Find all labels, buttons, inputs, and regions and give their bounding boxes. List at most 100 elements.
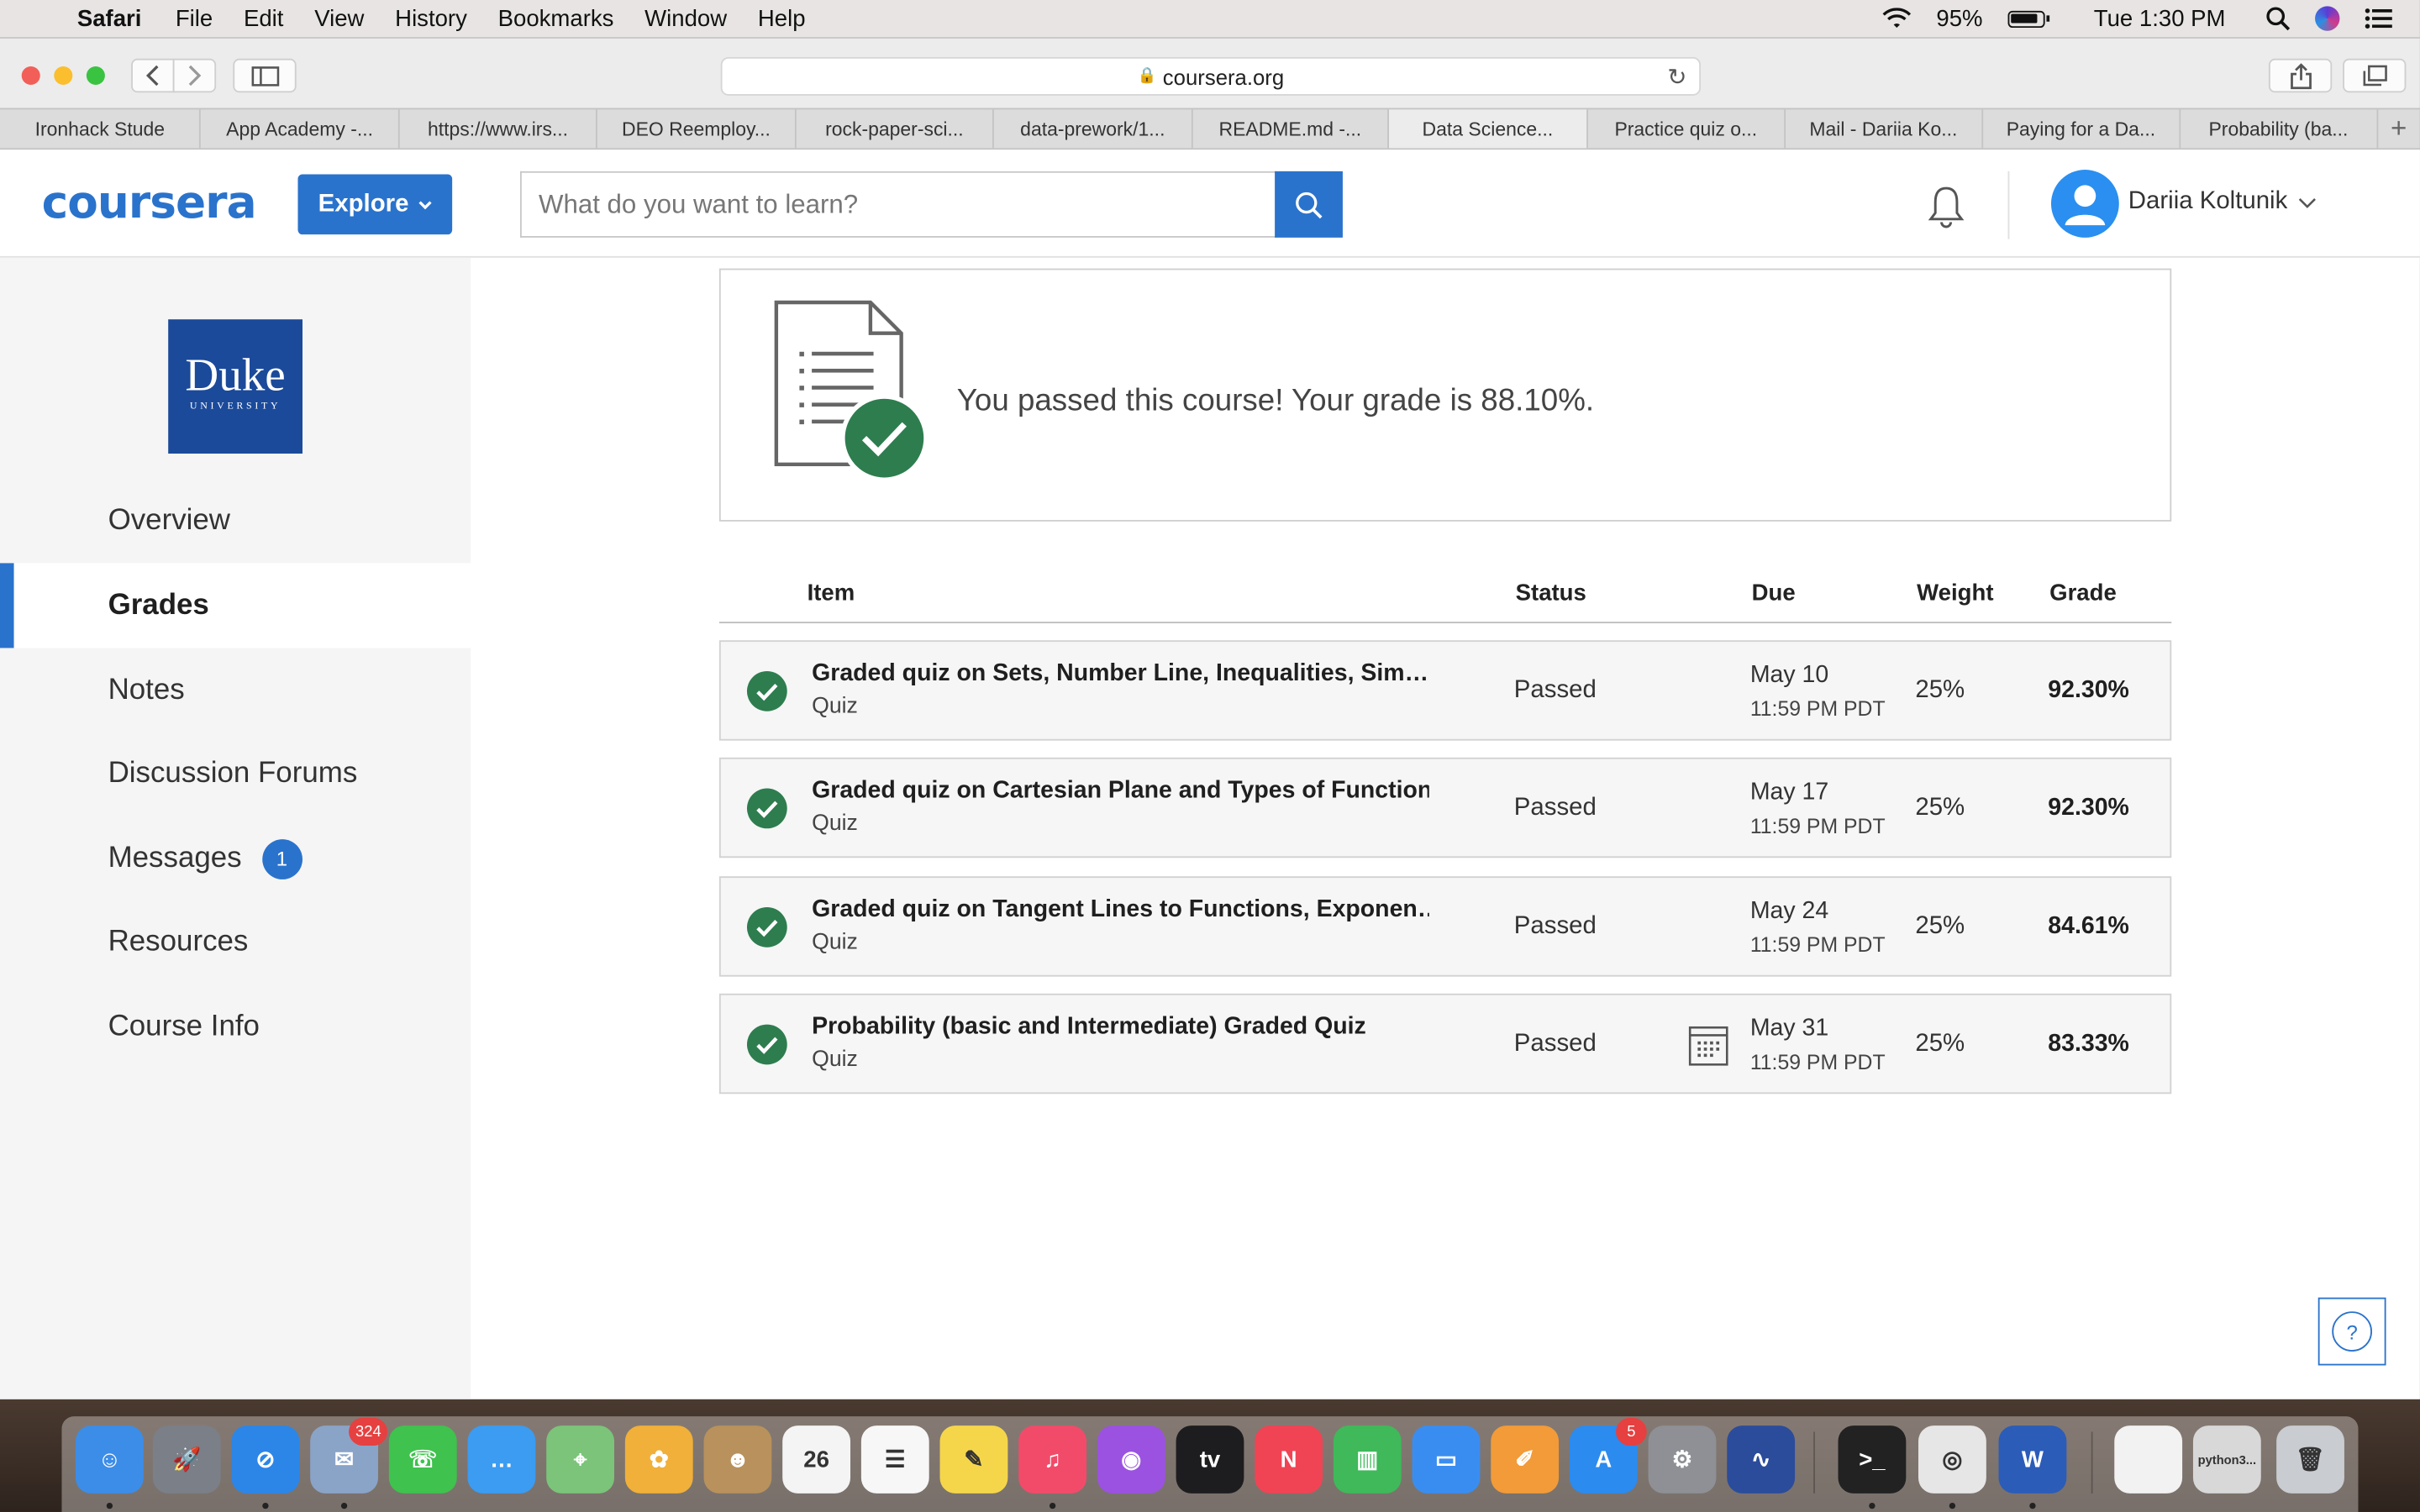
- menu-file[interactable]: File: [176, 5, 213, 31]
- numbers-icon[interactable]: ▥: [1333, 1425, 1402, 1494]
- browser-tab[interactable]: Practice quiz o...: [1587, 109, 1786, 149]
- sidebar-item-notes[interactable]: Notes: [0, 648, 471, 732]
- dock-separator: [2091, 1431, 2093, 1494]
- site-header: coursera Explore What do you want to lea…: [0, 150, 2420, 258]
- tv-icon[interactable]: tv: [1176, 1425, 1244, 1494]
- item-status: Passed: [1513, 677, 1597, 704]
- sidebar-toggle-button[interactable]: [233, 58, 297, 93]
- pages-icon[interactable]: ✐: [1491, 1425, 1560, 1494]
- table-row[interactable]: Graded quiz on Cartesian Plane and Types…: [718, 757, 2172, 858]
- sidebar-item-label: Messages: [108, 841, 242, 874]
- system-preferences-icon[interactable]: ⚙: [1648, 1425, 1717, 1494]
- voice-memos-icon[interactable]: ∿: [1727, 1425, 1796, 1494]
- clock[interactable]: Tue 1:30 PM: [2094, 5, 2226, 31]
- browser-tab[interactable]: rock-paper-sci...: [796, 109, 995, 149]
- terminal-icon[interactable]: >_: [1838, 1425, 1907, 1509]
- contacts-icon[interactable]: ☻: [703, 1425, 772, 1494]
- menu-window[interactable]: Window: [644, 5, 727, 31]
- menu-view[interactable]: View: [314, 5, 364, 31]
- battery-icon[interactable]: [2007, 9, 2049, 28]
- item-title[interactable]: Probability (basic and Intermediate) Gra…: [812, 1014, 1429, 1042]
- col-item: Item: [807, 580, 855, 606]
- tab-overview-button[interactable]: [2343, 58, 2407, 93]
- python-window-icon[interactable]: python3...: [2192, 1425, 2261, 1494]
- app-menu[interactable]: Safari: [77, 5, 142, 31]
- reload-icon[interactable]: ↻: [1667, 63, 1686, 91]
- browser-tab[interactable]: data-prework/1...: [994, 109, 1193, 149]
- dock-glyph: ✿: [649, 1446, 669, 1474]
- browser-tab[interactable]: App Academy -...: [202, 109, 400, 149]
- calendar-icon[interactable]: 26: [782, 1425, 851, 1494]
- siri-icon[interactable]: [2315, 6, 2340, 31]
- table-row[interactable]: Probability (basic and Intermediate) Gra…: [718, 993, 2172, 1095]
- sidebar-item-messages[interactable]: Messages 1: [0, 816, 471, 901]
- course-passed-banner: You passed this course! Your grade is 88…: [718, 268, 2172, 522]
- music-icon[interactable]: ♫: [1018, 1425, 1087, 1509]
- explore-button[interactable]: Explore: [297, 174, 453, 235]
- minimize-window-button[interactable]: [54, 66, 73, 86]
- word-icon[interactable]: W: [1998, 1425, 2067, 1509]
- back-button[interactable]: [131, 58, 175, 93]
- launchpad-icon[interactable]: 🚀: [152, 1425, 221, 1494]
- item-title[interactable]: Graded quiz on Cartesian Plane and Types…: [812, 778, 1429, 806]
- app-store-icon[interactable]: A5: [1569, 1417, 1647, 1494]
- avatar[interactable]: [2050, 170, 2119, 238]
- document-icon[interactable]: [2114, 1425, 2183, 1494]
- search-input[interactable]: What do you want to learn?: [519, 171, 1276, 238]
- table-row[interactable]: Graded quiz on Sets, Number Line, Inequa…: [718, 640, 2172, 741]
- messages-icon[interactable]: …: [467, 1425, 536, 1494]
- browser-tab[interactable]: Data Science...: [1389, 109, 1588, 149]
- duke-university-logo[interactable]: Duke UNIVERSITY: [168, 319, 302, 454]
- user-menu-chevron-icon[interactable]: [2298, 194, 2317, 213]
- facetime-icon[interactable]: ☏: [388, 1425, 457, 1494]
- menu-history[interactable]: History: [395, 5, 467, 31]
- sidebar-item-discussion-forums[interactable]: Discussion Forums: [0, 732, 471, 816]
- zoom-window-button[interactable]: [86, 66, 105, 86]
- keynote-icon[interactable]: ▭: [1412, 1425, 1481, 1494]
- coursera-logo[interactable]: coursera: [42, 176, 257, 228]
- menu-help[interactable]: Help: [758, 5, 806, 31]
- notifications-bell-icon[interactable]: [1923, 184, 1970, 230]
- address-bar[interactable]: 🔒 coursera.org ↻: [720, 56, 1702, 96]
- new-tab-button[interactable]: +: [2377, 109, 2419, 148]
- reminders-icon[interactable]: ☰: [860, 1425, 929, 1494]
- help-button[interactable]: ?: [2317, 1297, 2386, 1366]
- item-status: Passed: [1513, 794, 1597, 822]
- sidebar-item-resources[interactable]: Resources: [0, 900, 471, 984]
- browser-tab[interactable]: Probability (ba...: [2181, 109, 2378, 149]
- sidebar-item-grades[interactable]: Grades: [0, 563, 471, 648]
- podcasts-icon[interactable]: ◉: [1097, 1425, 1165, 1494]
- trash-icon[interactable]: 🗑: [2276, 1425, 2344, 1494]
- item-title[interactable]: Graded quiz on Tangent Lines to Function…: [812, 896, 1429, 924]
- item-weight: 25%: [1915, 913, 1965, 940]
- notification-center-icon[interactable]: [2365, 8, 2392, 29]
- table-row[interactable]: Graded quiz on Tangent Lines to Function…: [718, 876, 2172, 977]
- menu-bookmarks[interactable]: Bookmarks: [498, 5, 614, 31]
- menu-edit[interactable]: Edit: [244, 5, 283, 31]
- close-window-button[interactable]: [21, 66, 40, 86]
- browser-tab[interactable]: README.md -...: [1192, 109, 1390, 149]
- wifi-icon[interactable]: [1881, 7, 1912, 30]
- browser-tab[interactable]: Ironhack Stude: [0, 109, 202, 149]
- search-button[interactable]: [1275, 171, 1343, 238]
- sidebar-item-overview[interactable]: Overview: [0, 478, 471, 563]
- finder-icon[interactable]: ☺: [75, 1425, 144, 1509]
- maps-icon[interactable]: ⌖: [546, 1425, 615, 1494]
- browser-tab[interactable]: https://www.irs...: [399, 109, 598, 149]
- sidebar-item-course-info[interactable]: Course Info: [0, 984, 471, 1069]
- notes-icon[interactable]: ✎: [939, 1425, 1008, 1494]
- forward-button[interactable]: [172, 58, 217, 93]
- spotlight-icon[interactable]: [2265, 6, 2291, 31]
- photos-icon[interactable]: ✿: [624, 1425, 693, 1494]
- share-button[interactable]: [2268, 58, 2333, 93]
- safari-icon[interactable]: ⊘: [231, 1425, 300, 1509]
- browser-tab[interactable]: Paying for a Da...: [1982, 109, 2181, 149]
- calendar-icon[interactable]: [1688, 1023, 1728, 1066]
- item-title[interactable]: Graded quiz on Sets, Number Line, Inequa…: [812, 660, 1429, 688]
- news-icon[interactable]: N: [1255, 1425, 1323, 1494]
- browser-tab[interactable]: DEO Reemploy...: [597, 109, 797, 149]
- chrome-icon[interactable]: ◎: [1918, 1425, 1986, 1509]
- browser-tab[interactable]: Mail - Dariia Ko...: [1786, 109, 1983, 149]
- user-name[interactable]: Dariia Koltunik: [2128, 188, 2287, 216]
- mail-icon[interactable]: ✉ 324: [310, 1417, 388, 1509]
